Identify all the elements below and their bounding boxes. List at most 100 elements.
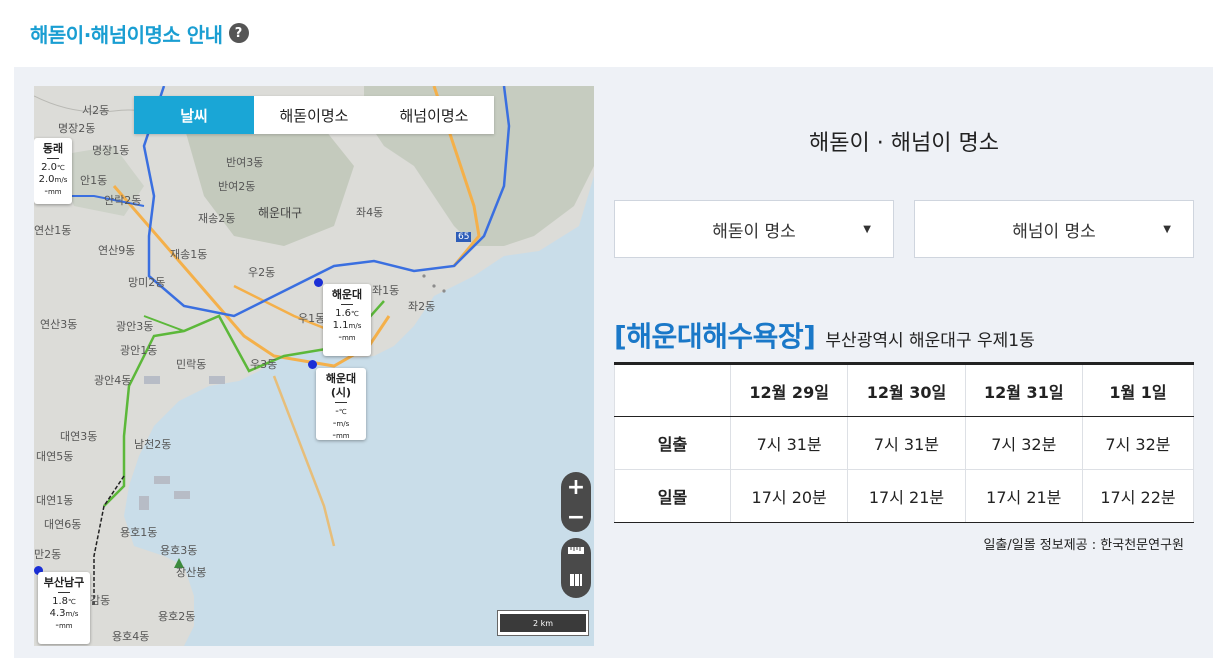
map-label: 반여3동 xyxy=(226,156,264,169)
date-header: 12월 31일 xyxy=(964,363,1083,417)
station-name: 부산남구 xyxy=(43,576,85,589)
sunset-time: 17시 21분 xyxy=(847,469,966,523)
sunset-select-value: 해넘이 명소 xyxy=(1012,221,1096,242)
content-panel: 서2동 명장2동 명장1동 안1동 안락2동 연산1동 연산9동 망미2동 연산… xyxy=(14,67,1213,658)
map-label: 좌1동 xyxy=(372,284,400,297)
map-label: 연산1동 xyxy=(34,224,72,237)
wind-unit: m/s xyxy=(348,322,362,330)
date-header: 1월 1일 xyxy=(1081,363,1195,417)
weather-icon xyxy=(58,592,70,593)
map-label: 연산3동 xyxy=(40,318,78,331)
sunset-time: 17시 22분 xyxy=(1081,469,1195,523)
route-65-shield: 65 xyxy=(456,232,472,242)
sunset-time: 17시 20분 xyxy=(729,469,849,523)
tab-sunset-spots[interactable]: 해넘이명소 xyxy=(374,96,494,134)
zoom-out-button[interactable]: − xyxy=(567,505,585,530)
tab-weather[interactable]: 날씨 xyxy=(134,96,254,134)
map-label: 남천2동 xyxy=(134,438,172,451)
map-label: 우2동 xyxy=(248,266,276,279)
temperature: 1.8℃ xyxy=(41,596,87,608)
wind: 4.3m/s xyxy=(41,608,87,620)
map-label: 명장1동 xyxy=(92,144,130,157)
map-label: 해운대구 xyxy=(258,206,303,220)
scale-label: 2 km xyxy=(500,614,586,632)
map-label: 우3동 xyxy=(250,358,278,371)
rain-unit: mm xyxy=(335,432,350,440)
map-label: 명장2동 xyxy=(58,122,96,135)
sun-times-table: 12월 29일 12월 30일 12월 31일 1월 1일 일출 7시 31분 … xyxy=(614,362,1195,523)
map-label: 재송1동 xyxy=(170,248,208,261)
sunrise-time: 7시 31분 xyxy=(729,416,849,470)
chevron-down-icon: ▼ xyxy=(863,223,871,235)
zoom-in-button[interactable]: + xyxy=(567,475,585,500)
map-label: 용호1동 xyxy=(120,526,158,539)
map-label: 서2동 xyxy=(82,104,110,117)
map-label: 광안1동 xyxy=(120,344,158,357)
data-credit: 일출/일몰 정보제공 : 한국천문연구원 xyxy=(983,538,1184,553)
table-header-row: 12월 29일 12월 30일 12월 31일 1월 1일 xyxy=(614,363,1195,417)
map-label: 연산9동 xyxy=(98,244,136,257)
station-marker[interactable] xyxy=(308,360,317,369)
map-label: 민락동 xyxy=(176,358,207,371)
wind-unit: m/s xyxy=(65,610,79,618)
temperature-unit: ℃ xyxy=(338,408,347,416)
map-tools-control xyxy=(561,538,591,598)
wind: 1.1m/s xyxy=(326,320,368,332)
temperature-unit: ℃ xyxy=(57,164,65,172)
map-layers-icon[interactable] xyxy=(568,572,584,592)
map-label: 재송2동 xyxy=(198,212,236,225)
row-label-sunset: 일몰 xyxy=(614,469,731,523)
map-label: 안1동 xyxy=(80,174,108,187)
rain-unit: mm xyxy=(58,622,73,630)
place-name: [해운대해수욕장] xyxy=(614,320,816,353)
weather-card-busan-namgu[interactable]: 부산남구 1.8℃ 4.3m/s -mm xyxy=(38,572,90,644)
weather-icon xyxy=(341,304,353,305)
map-label: 좌4동 xyxy=(356,206,384,219)
station-name: 동래 xyxy=(42,142,64,155)
station-name: 해운대(시) xyxy=(325,372,357,399)
row-label-sunrise: 일출 xyxy=(614,416,731,470)
map-label: 감동 xyxy=(90,594,111,607)
temperature: 2.0℃ xyxy=(37,162,69,174)
sunrise-time: 7시 32분 xyxy=(964,416,1083,470)
sunrise-select-value: 해돋이 명소 xyxy=(712,221,796,242)
rain-unit: mm xyxy=(47,188,62,196)
map-label: 광안3동 xyxy=(116,320,154,333)
place-heading: [해운대해수욕장] 부산광역시 해운대구 우제1동 xyxy=(614,315,1035,355)
chevron-down-icon: ▼ xyxy=(1163,223,1171,235)
sunrise-time: 7시 31분 xyxy=(847,416,966,470)
temperature-value: 2.0 xyxy=(41,162,58,173)
question-circle-icon[interactable]: ? xyxy=(228,23,249,43)
map[interactable]: 서2동 명장2동 명장1동 안1동 안락2동 연산1동 연산9동 망미2동 연산… xyxy=(34,86,594,646)
date-header: 12월 29일 xyxy=(729,363,849,417)
weather-card-haeundae[interactable]: 해운대 1.6℃ 1.1m/s -mm xyxy=(323,284,371,356)
corner-cell xyxy=(614,363,731,417)
weather-card-haeundae-city[interactable]: 해운대(시) -℃ -m/s -mm xyxy=(316,368,366,441)
ruler-icon[interactable] xyxy=(567,544,585,560)
weather-icon xyxy=(47,158,59,159)
map-label: 우1동 xyxy=(298,312,326,325)
map-label: 대연6동 xyxy=(44,518,82,531)
map-label: 장산봉 xyxy=(176,566,207,579)
wind-unit: m/s xyxy=(336,420,350,428)
page-title: 해돋이·해넘이명소 안내 xyxy=(30,22,223,47)
temperature-unit: ℃ xyxy=(351,310,359,318)
panel-title: 해돋이 · 해넘이 명소 xyxy=(809,131,999,156)
map-label: 용호2동 xyxy=(158,610,196,623)
tab-sunrise-spots[interactable]: 해돋이명소 xyxy=(254,96,374,134)
weather-card-dongnae[interactable]: 동래 2.0℃ 2.0m/s -mm xyxy=(34,138,72,204)
zoom-control: + − xyxy=(561,472,591,532)
sunrise-spot-select[interactable]: 해돋이 명소 ▼ xyxy=(614,200,894,258)
map-label: 광안4동 xyxy=(94,374,132,387)
station-marker[interactable] xyxy=(314,278,323,287)
map-label: 대연3동 xyxy=(60,430,98,443)
temperature-value: 1.8 xyxy=(52,596,69,607)
map-label: 대연1동 xyxy=(36,494,74,507)
table-row: 일몰 17시 20분 17시 21분 17시 21분 17시 22분 xyxy=(614,469,1195,523)
temperature-value: 1.6 xyxy=(335,308,352,319)
rain-unit: mm xyxy=(341,334,356,342)
scale-bar: 2 km xyxy=(497,610,589,636)
sunset-spot-select[interactable]: 해넘이 명소 ▼ xyxy=(914,200,1194,258)
sunrise-sunset-panel: 해돋이 · 해넘이 명소 해돋이 명소 ▼ 해넘이 명소 ▼ [해운대해수욕장]… xyxy=(614,67,1195,658)
sunset-time: 17시 21분 xyxy=(964,469,1083,523)
